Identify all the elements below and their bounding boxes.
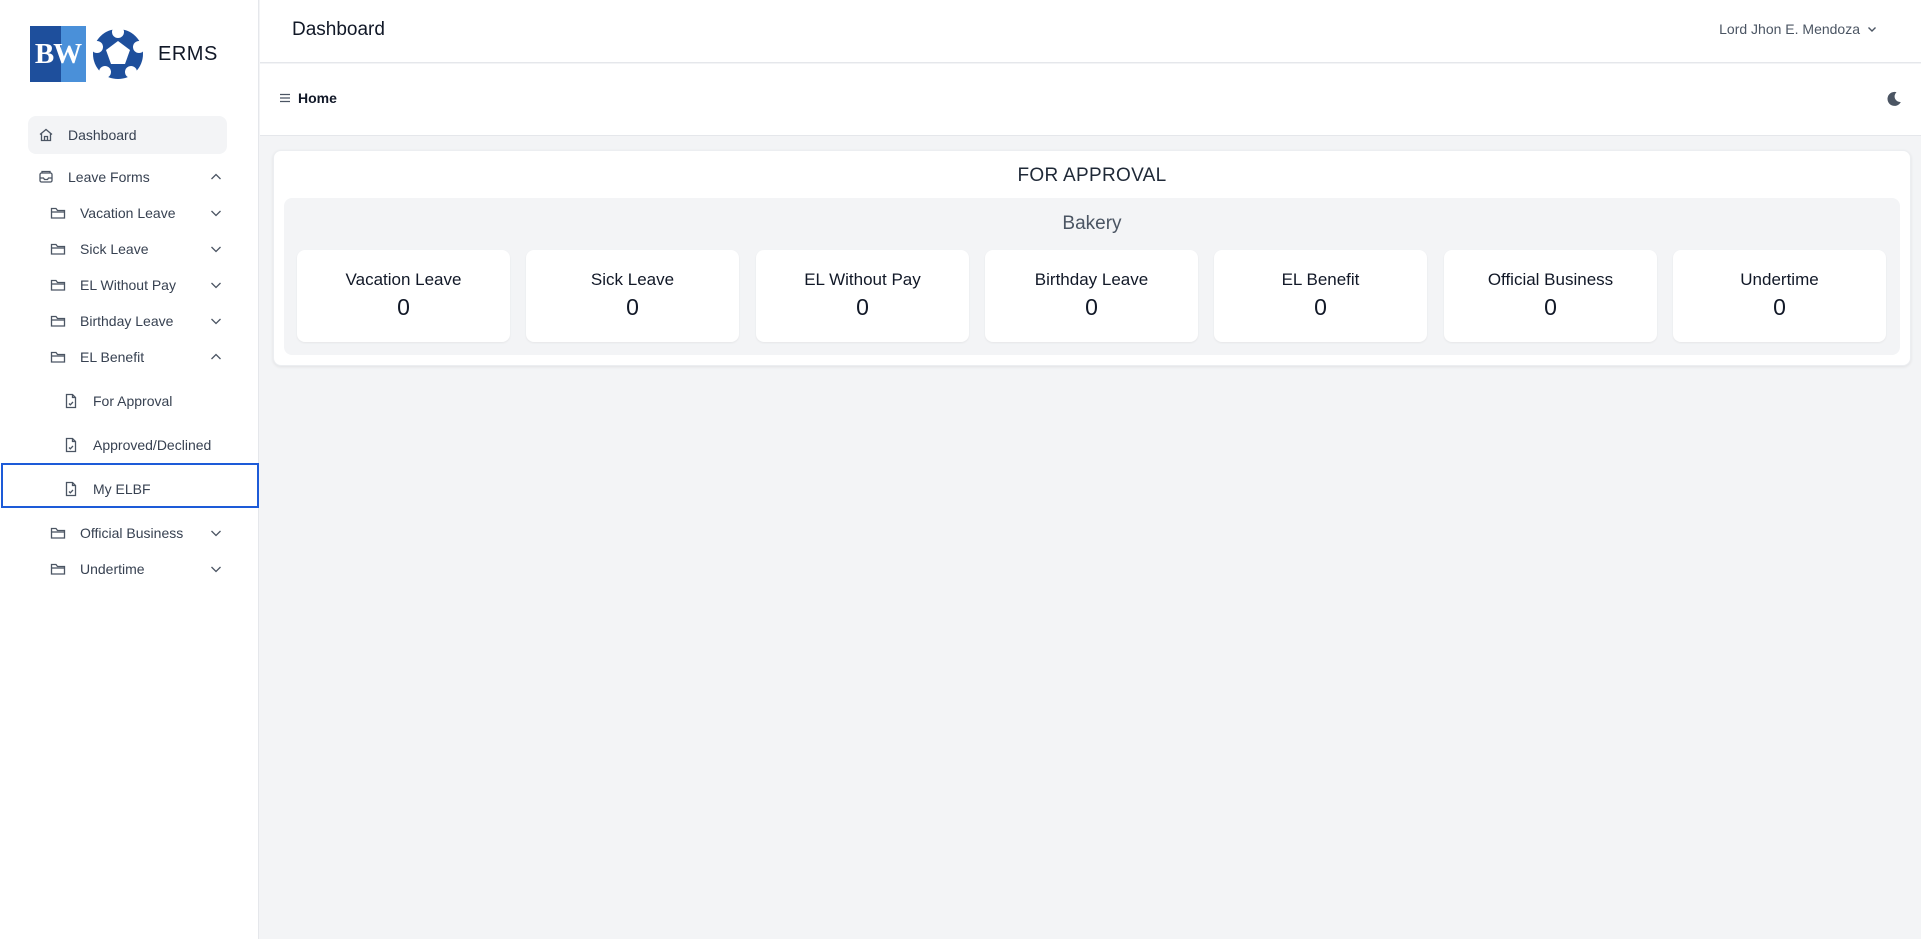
sidebar-item-approved-declined[interactable]: Approved/Declined [63,436,223,454]
sidebar-item-label: EL Without Pay [80,277,176,293]
sidebar-item-label: For Approval [93,393,173,409]
menu-icon[interactable] [278,91,292,105]
panel-title: FOR APPROVAL [1017,165,1167,186]
card-value: 0 [626,294,639,320]
chevron-up-icon [211,353,221,360]
sidebar-item-label: Vacation Leave [80,205,176,221]
breadcrumb[interactable]: Home [278,90,337,106]
moon-icon[interactable] [1885,90,1903,108]
sidebar-item-my-elbf[interactable]: My ELBF [63,480,223,498]
chevron-up-icon [211,173,221,180]
chevron-down-icon [211,210,221,217]
card-label: EL Benefit [1281,270,1360,289]
folder-icon [50,525,66,541]
card-label: Vacation Leave [345,270,462,289]
chevron-down-icon [211,566,221,573]
sidebar-item-label: EL Benefit [80,349,145,365]
stat-card-sick-leave[interactable]: Sick Leave 0 [526,250,739,342]
card-label: Official Business [1487,270,1614,289]
app-name: ERMS [158,42,218,65]
sidebar-item-birthday-leave[interactable]: Birthday Leave [50,312,223,330]
sidebar-item-label: Undertime [80,561,145,577]
card-label: EL Without Pay [804,270,921,289]
document-icon [63,393,79,409]
sidebar-item-label: Approved/Declined [93,437,212,453]
folder-icon [50,205,66,221]
folder-icon [50,241,66,257]
folder-icon [50,349,66,365]
breadcrumb-current[interactable]: Home [298,90,337,106]
sidebar-item-sick-leave[interactable]: Sick Leave [50,240,223,258]
user-menu-button[interactable]: Lord Jhon E. Mendoza [1719,21,1878,37]
card-value: 0 [1085,294,1098,320]
home-icon [38,127,54,143]
card-value: 0 [856,294,869,320]
card-value: 0 [1544,294,1557,320]
folder-icon [50,277,66,293]
sidebar-item-label: Dashboard [68,127,137,143]
stat-card-undertime[interactable]: Undertime 0 [1673,250,1886,342]
chevron-down-icon [211,318,221,325]
sidebar: BW ERMS Dashboard Leave Forms Vacation L… [0,0,259,939]
page-title: Dashboard [292,19,385,40]
card-value: 0 [1773,294,1786,320]
chevron-down-icon [211,282,221,289]
logo[interactable]: BW ERMS [30,26,218,82]
sidebar-item-label: Birthday Leave [80,313,174,329]
stat-card-vacation-leave[interactable]: Vacation Leave 0 [297,250,510,342]
card-value: 0 [1314,294,1327,320]
sidebar-item-official-business[interactable]: Official Business [50,524,223,542]
document-icon [63,481,79,497]
stat-card-el-without-pay[interactable]: EL Without Pay 0 [756,250,969,342]
sidebar-item-el-without-pay[interactable]: EL Without Pay [50,276,223,294]
sidebar-item-undertime[interactable]: Undertime [50,560,223,578]
stat-card-official-business[interactable]: Official Business 0 [1444,250,1657,342]
sidebar-item-label: Leave Forms [68,169,150,185]
chevron-down-icon [1868,27,1876,32]
header: Dashboard Lord Jhon E. Mendoza [260,0,1921,63]
card-value: 0 [397,294,410,320]
stat-card-el-benefit[interactable]: EL Benefit 0 [1214,250,1427,342]
group-title: Bakery [1062,213,1122,234]
sidebar-item-vacation-leave[interactable]: Vacation Leave [50,204,223,222]
sidebar-item-label: My ELBF [93,481,151,497]
sidebar-item-label: Official Business [80,525,184,541]
document-icon [63,437,79,453]
stat-card-birthday-leave[interactable]: Birthday Leave 0 [985,250,1198,342]
chevron-down-icon [211,530,221,537]
sidebar-item-dashboard[interactable]: Dashboard [28,116,227,154]
card-label: Birthday Leave [1034,270,1149,289]
card-label: Undertime [1740,270,1819,289]
logo-badge: BW [30,26,86,82]
chevron-down-icon [211,246,221,253]
sidebar-item-for-approval[interactable]: For Approval [63,392,223,410]
sidebar-item-leave-forms[interactable]: Leave Forms [38,168,223,186]
for-approval-panel: FOR APPROVAL Bakery Vacation Leave 0 Sic… [273,150,1911,366]
sidebar-item-el-benefit[interactable]: EL Benefit [50,348,223,366]
folder-icon [50,561,66,577]
sidebar-item-label: Sick Leave [80,241,149,257]
card-label: Sick Leave [590,270,675,289]
breadcrumb-bar: Home [260,64,1921,136]
user-name: Lord Jhon E. Mendoza [1719,21,1860,37]
logo-flower-icon [91,26,145,79]
inbox-icon [38,169,54,185]
folder-icon [50,313,66,329]
department-group: Bakery Vacation Leave 0 Sick Leave 0 EL … [284,198,1900,355]
